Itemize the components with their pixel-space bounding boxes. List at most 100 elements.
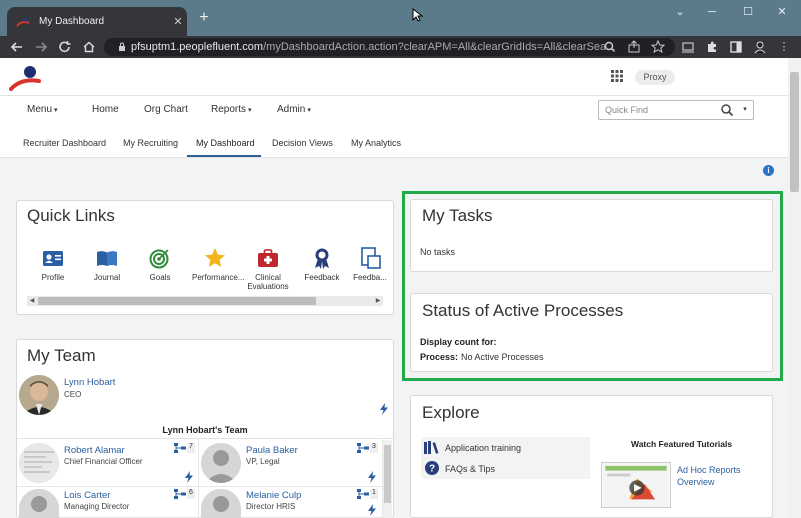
- lock-icon: [119, 42, 125, 51]
- active-tab-indicator: [187, 155, 261, 157]
- info-icon[interactable]: i: [763, 165, 774, 176]
- tab-recruiter-dashboard[interactable]: Recruiter Dashboard: [23, 138, 106, 148]
- org-hierarchy-icon[interactable]: [174, 443, 186, 453]
- new-tab-button[interactable]: +: [195, 9, 213, 27]
- quick-link-journal[interactable]: Journal: [85, 247, 129, 282]
- address-bar[interactable]: pfsuptm1.peoplefluent.com/myDashboardAct…: [104, 38, 675, 56]
- manager-name-link[interactable]: Lynn Hobart: [64, 377, 115, 388]
- nav-home[interactable]: Home: [92, 104, 119, 115]
- quick-find-dropdown[interactable]: ▾: [737, 100, 754, 120]
- nav-reports[interactable]: Reports ▾: [211, 104, 252, 115]
- page-scroll-thumb[interactable]: [790, 72, 799, 192]
- url-path: /myDashboardAction.action?clearAPM=All&c…: [263, 41, 616, 53]
- side-panel-icon[interactable]: [727, 38, 745, 56]
- target-icon: [149, 249, 169, 269]
- url-host: pfsuptm1.peoplefluent.com: [131, 41, 264, 53]
- tab-close-icon[interactable]: ✕: [169, 15, 187, 28]
- direct-reports-count: 1: [370, 489, 378, 499]
- member-title: Managing Director: [64, 502, 130, 511]
- quick-link-feedback-2[interactable]: Feedba...: [353, 247, 387, 282]
- quick-link-performance[interactable]: Performance...: [192, 247, 244, 282]
- member-name-link[interactable]: Melanie Culp: [246, 490, 301, 501]
- highlight-outline: [402, 191, 783, 381]
- quick-link-clinical-evaluations[interactable]: Clinical Evaluations: [246, 247, 290, 291]
- bookmark-star-icon[interactable]: [649, 38, 667, 56]
- team-heading: Lynn Hobart's Team: [17, 421, 393, 439]
- tab-my-analytics[interactable]: My Analytics: [351, 138, 401, 148]
- restore-button[interactable]: ☐: [733, 4, 763, 22]
- chevron-down-icon: ▾: [307, 107, 311, 114]
- tutorial-video-thumbnail[interactable]: [601, 462, 671, 508]
- direct-reports-count: 6: [187, 489, 195, 499]
- tutorials-heading: Watch Featured Tutorials: [631, 439, 733, 449]
- tutorial-link[interactable]: Ad Hoc Reports Overview: [677, 464, 747, 488]
- quick-links-scroll-thumb[interactable]: [38, 297, 316, 305]
- org-hierarchy-icon[interactable]: [357, 489, 369, 499]
- member-name-link[interactable]: Paula Baker: [246, 445, 298, 456]
- my-team-title: My Team: [27, 346, 96, 365]
- nav-org-chart[interactable]: Org Chart: [144, 104, 188, 115]
- member-name-link[interactable]: Robert Alamar: [64, 445, 125, 456]
- avatar-lynn-hobart[interactable]: [19, 375, 59, 415]
- share-icon[interactable]: [625, 38, 643, 56]
- close-window-button[interactable]: ✕: [767, 4, 797, 22]
- first-aid-kit-icon: [258, 249, 278, 267]
- direct-reports-count: 7: [187, 443, 195, 453]
- profile-card-icon: [43, 251, 63, 266]
- home-icon[interactable]: [79, 38, 99, 56]
- faqs-tips-link[interactable]: FAQs & Tips: [445, 464, 495, 474]
- quick-link-profile[interactable]: Profile: [31, 247, 75, 282]
- reload-icon[interactable]: [55, 38, 75, 56]
- org-hierarchy-icon[interactable]: [357, 443, 369, 453]
- minimize-button[interactable]: ─: [697, 4, 727, 22]
- tab-decision-views[interactable]: Decision Views: [272, 138, 333, 148]
- scroll-left-arrow-icon[interactable]: ◀: [27, 296, 37, 306]
- quick-find-input[interactable]: Quick Find: [598, 100, 738, 120]
- back-arrow-icon[interactable]: [7, 38, 27, 56]
- app-grid-icon[interactable]: [610, 69, 624, 83]
- member-name-link[interactable]: Lois Carter: [64, 490, 110, 501]
- profile-incognito-icon[interactable]: [751, 38, 769, 56]
- direct-reports-count: 3: [370, 443, 378, 453]
- lightning-action-icon[interactable]: [367, 504, 377, 516]
- browser-menu-icon[interactable]: ⋮: [775, 38, 793, 56]
- cast-icon[interactable]: [679, 38, 697, 56]
- nav-menu[interactable]: Menu ▾: [27, 104, 58, 115]
- explore-title: Explore: [422, 403, 480, 422]
- tab-my-dashboard[interactable]: My Dashboard: [196, 138, 255, 148]
- nav-admin[interactable]: Admin ▾: [277, 104, 311, 115]
- scroll-right-arrow-icon[interactable]: ▶: [373, 296, 383, 306]
- chevron-down-icon: ▾: [248, 107, 252, 114]
- member-title: VP, Legal: [246, 457, 280, 466]
- peoplefluent-logo[interactable]: [9, 64, 41, 92]
- quick-link-feedback[interactable]: Feedback: [300, 247, 344, 282]
- member-title: Director HRIS: [246, 502, 296, 511]
- forward-arrow-icon[interactable]: [31, 38, 51, 56]
- search-icon[interactable]: [720, 103, 734, 117]
- browser-tab[interactable]: My Dashboard ✕: [7, 7, 187, 36]
- feedback-doc-icon: [361, 247, 381, 269]
- extensions-puzzle-icon[interactable]: [703, 38, 721, 56]
- lightning-action-icon[interactable]: [367, 471, 377, 483]
- org-hierarchy-icon[interactable]: [174, 489, 186, 499]
- proxy-button[interactable]: Proxy: [635, 70, 675, 85]
- team-scroll-thumb[interactable]: [384, 445, 391, 503]
- svg-text:?: ?: [429, 464, 435, 475]
- tab-search-icon[interactable]: ⌄: [665, 4, 695, 22]
- zoom-search-icon[interactable]: [601, 38, 619, 56]
- application-training-link[interactable]: Application training: [445, 443, 521, 453]
- avatar-robert-alamar[interactable]: [19, 443, 59, 483]
- books-icon: [424, 441, 439, 454]
- mouse-cursor-icon: [412, 8, 424, 22]
- tab-title: My Dashboard: [39, 16, 105, 27]
- chevron-down-icon: ▾: [54, 107, 58, 114]
- peoplefluent-favicon: [16, 17, 30, 27]
- manager-title: CEO: [64, 390, 82, 399]
- help-circle-icon: ?: [425, 461, 439, 475]
- avatar-placeholder-icon[interactable]: [201, 443, 241, 483]
- quick-link-goals[interactable]: Goals: [138, 247, 182, 282]
- member-title: Chief Financial Officer: [64, 457, 143, 466]
- lightning-action-icon[interactable]: [184, 471, 194, 483]
- lightning-action-icon[interactable]: [379, 403, 389, 415]
- tab-my-recruiting[interactable]: My Recruiting: [123, 138, 178, 148]
